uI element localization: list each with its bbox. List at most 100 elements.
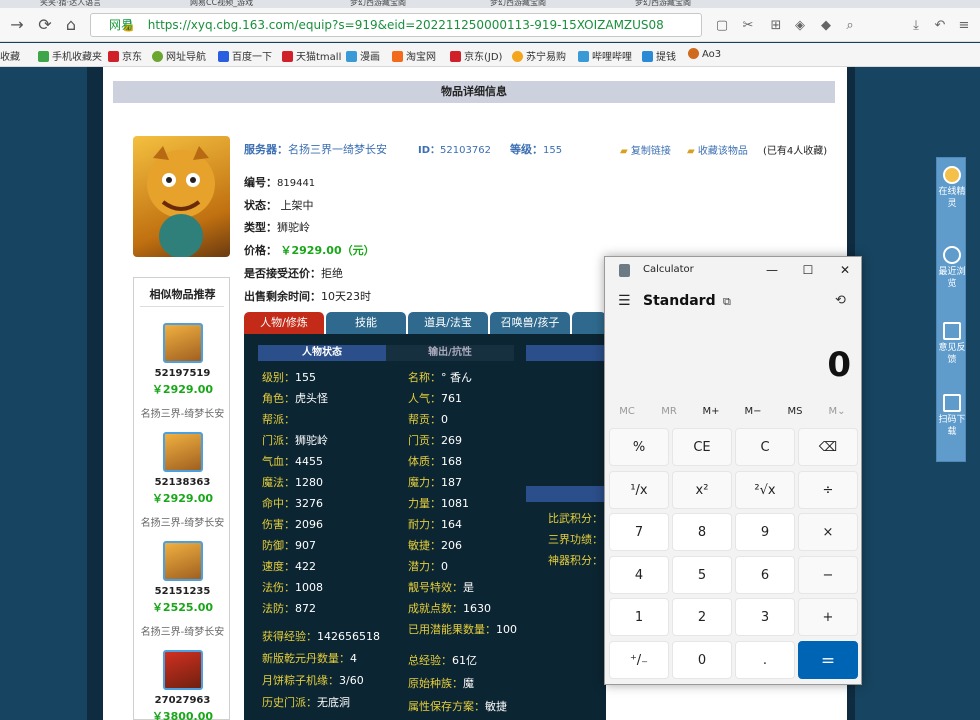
address-bar[interactable]: 网易 🔒 https://xyq.cbg.163.com/equip?s=919…: [90, 13, 702, 37]
sidebar-online-helper[interactable]: 在线精灵: [937, 166, 967, 210]
tab-character[interactable]: 人物/修炼: [244, 312, 324, 334]
square-key[interactable]: x²: [672, 470, 732, 509]
similar-item[interactable]: 27027963 ￥3800.00: [134, 650, 231, 720]
bookmark-item[interactable]: Ao3: [688, 48, 721, 60]
reciprocal-key[interactable]: ¹/x: [609, 470, 669, 509]
similar-item[interactable]: 52138363 ￥2929.00 名扬三界-绮梦长安: [134, 432, 231, 529]
close-icon[interactable]: ✕: [835, 261, 855, 279]
subtab-output[interactable]: 输出/抗性: [386, 345, 514, 361]
bookmark-item[interactable]: 淘宝网: [392, 48, 436, 63]
eight-key[interactable]: 8: [672, 513, 732, 551]
search-icon[interactable]: ⌕: [842, 18, 858, 34]
browser-tab[interactable]: 笑笑·猜·达人语言: [40, 0, 170, 8]
six-key[interactable]: 6: [735, 555, 795, 594]
favorite-button[interactable]: ▰ 收藏该物品: [687, 142, 748, 157]
memory-button[interactable]: M⌄: [823, 406, 851, 417]
tab-more[interactable]: [572, 312, 606, 334]
extension-icon[interactable]: ◆: [818, 18, 834, 34]
history-icon[interactable]: ⟲: [835, 293, 846, 308]
bookmark-item[interactable]: 哔哩哔哩: [578, 48, 632, 63]
reload-icon[interactable]: ⟳: [36, 16, 54, 34]
percent-key[interactable]: %: [609, 428, 669, 466]
undo-icon[interactable]: ↶: [932, 18, 948, 34]
tab-skills[interactable]: 技能: [326, 312, 406, 334]
stat-label: 人气：: [408, 392, 441, 405]
sidebar-qr-download[interactable]: 扫码下载: [937, 394, 967, 438]
download-icon[interactable]: ⤓: [908, 18, 924, 34]
stat-label: 成就点数：: [408, 602, 463, 615]
stat-value: 164: [441, 518, 462, 531]
bookmark-item[interactable]: 天猫tmall: [282, 48, 341, 63]
subtab-status[interactable]: 人物状态: [258, 345, 386, 361]
copy-link-button[interactable]: ▰ 复制链接: [620, 142, 671, 157]
stat-label: 法伤：: [262, 581, 295, 594]
decimal-key[interactable]: .: [735, 640, 795, 679]
bookmark-item[interactable]: 京东(JD): [450, 48, 502, 63]
stat-value: 269: [441, 434, 462, 447]
shield-icon[interactable]: ◈: [792, 18, 808, 34]
memory-button[interactable]: MR: [655, 406, 683, 417]
minimize-icon[interactable]: —: [762, 261, 782, 279]
bookmark-item[interactable]: 收藏: [0, 48, 20, 63]
memory-button[interactable]: MS: [781, 406, 809, 417]
item-thumbnail: [162, 432, 203, 472]
similar-item[interactable]: 52197519 ￥2929.00 名扬三界-绮梦长安: [134, 323, 231, 420]
subtab-third[interactable]: [526, 345, 606, 361]
tab-pets[interactable]: 召唤兽/孩子: [490, 312, 570, 334]
sqrt-key[interactable]: ²√x: [735, 470, 795, 509]
keep-on-top-icon[interactable]: ⧉: [723, 295, 731, 309]
similar-item[interactable]: 52151235 ￥2525.00 名扬三界-绮梦长安: [134, 541, 231, 638]
three-key[interactable]: 3: [735, 598, 795, 636]
stat-label: 帮贡：: [408, 413, 441, 426]
grid-icon[interactable]: ⊞: [768, 18, 784, 34]
memory-button[interactable]: M+: [697, 406, 725, 417]
bookmark-item[interactable]: 网址导航: [152, 48, 206, 63]
stat-value: 155: [295, 371, 316, 384]
stat-value: 187: [441, 476, 462, 489]
bookmark-item[interactable]: 漫画: [346, 48, 380, 63]
maximize-icon[interactable]: ☐: [798, 261, 818, 279]
memory-button[interactable]: M−: [739, 406, 767, 417]
clear-key[interactable]: C: [735, 428, 795, 466]
backspace-key[interactable]: ⌫: [798, 428, 858, 466]
reader-icon[interactable]: ▢: [714, 18, 730, 34]
bookmark-item[interactable]: 百度一下: [218, 48, 272, 63]
nine-key[interactable]: 9: [735, 513, 795, 551]
home-icon[interactable]: ⌂: [62, 16, 80, 34]
bookmark-item[interactable]: 京东: [108, 48, 142, 63]
bookmark-item[interactable]: 手机收藏夹: [38, 48, 102, 63]
stat-label: 法防：: [262, 602, 295, 615]
clear-entry-key[interactable]: CE: [672, 428, 732, 466]
negate-key[interactable]: ⁺/₋: [609, 640, 669, 679]
minus-key[interactable]: −: [798, 555, 858, 594]
plus-key[interactable]: +: [798, 598, 858, 636]
zero-key[interactable]: 0: [672, 640, 732, 679]
menu-icon[interactable]: ≡: [956, 18, 972, 34]
calculator-window: Calculator — ☐ ✕ ☰ Standard ⧉ ⟲ 0 MC MR M+…: [604, 256, 862, 685]
remain-label: 出售剩余时间：: [244, 290, 321, 303]
bookmark-item[interactable]: 提钱: [642, 48, 676, 63]
browser-tab[interactable]: 梦幻西游藏宝阁: [635, 0, 755, 8]
sidebar-recent[interactable]: 最近浏览: [937, 246, 967, 290]
five-key[interactable]: 5: [672, 555, 732, 594]
memory-button[interactable]: MC: [613, 406, 641, 417]
favorite-count: (已有4人收藏): [763, 146, 828, 157]
divide-key[interactable]: ÷: [798, 470, 858, 509]
four-key[interactable]: 4: [609, 555, 669, 594]
seven-key[interactable]: 7: [609, 513, 669, 551]
cut-icon[interactable]: ✂: [740, 18, 756, 34]
equals-key[interactable]: =: [798, 640, 858, 679]
two-key[interactable]: 2: [672, 598, 732, 636]
multiply-key[interactable]: ×: [798, 513, 858, 551]
bookmark-item[interactable]: 苏宁易购: [512, 48, 566, 63]
sidebar-feedback[interactable]: 意见反馈: [937, 322, 967, 366]
stat-label: 原始种族：: [408, 677, 463, 690]
one-key[interactable]: 1: [609, 598, 669, 636]
hamburger-menu-icon[interactable]: ☰: [618, 293, 631, 309]
browser-tab[interactable]: 梦幻西游藏宝阁: [350, 0, 470, 8]
browser-tab[interactable]: 梦幻西游藏宝阁: [490, 0, 610, 8]
back-arrow-icon[interactable]: →: [8, 16, 26, 34]
tab-items[interactable]: 道具/法宝: [408, 312, 488, 334]
stat-label: 防御：: [262, 539, 295, 552]
browser-tab[interactable]: 网易CC视频_游戏: [190, 0, 320, 8]
